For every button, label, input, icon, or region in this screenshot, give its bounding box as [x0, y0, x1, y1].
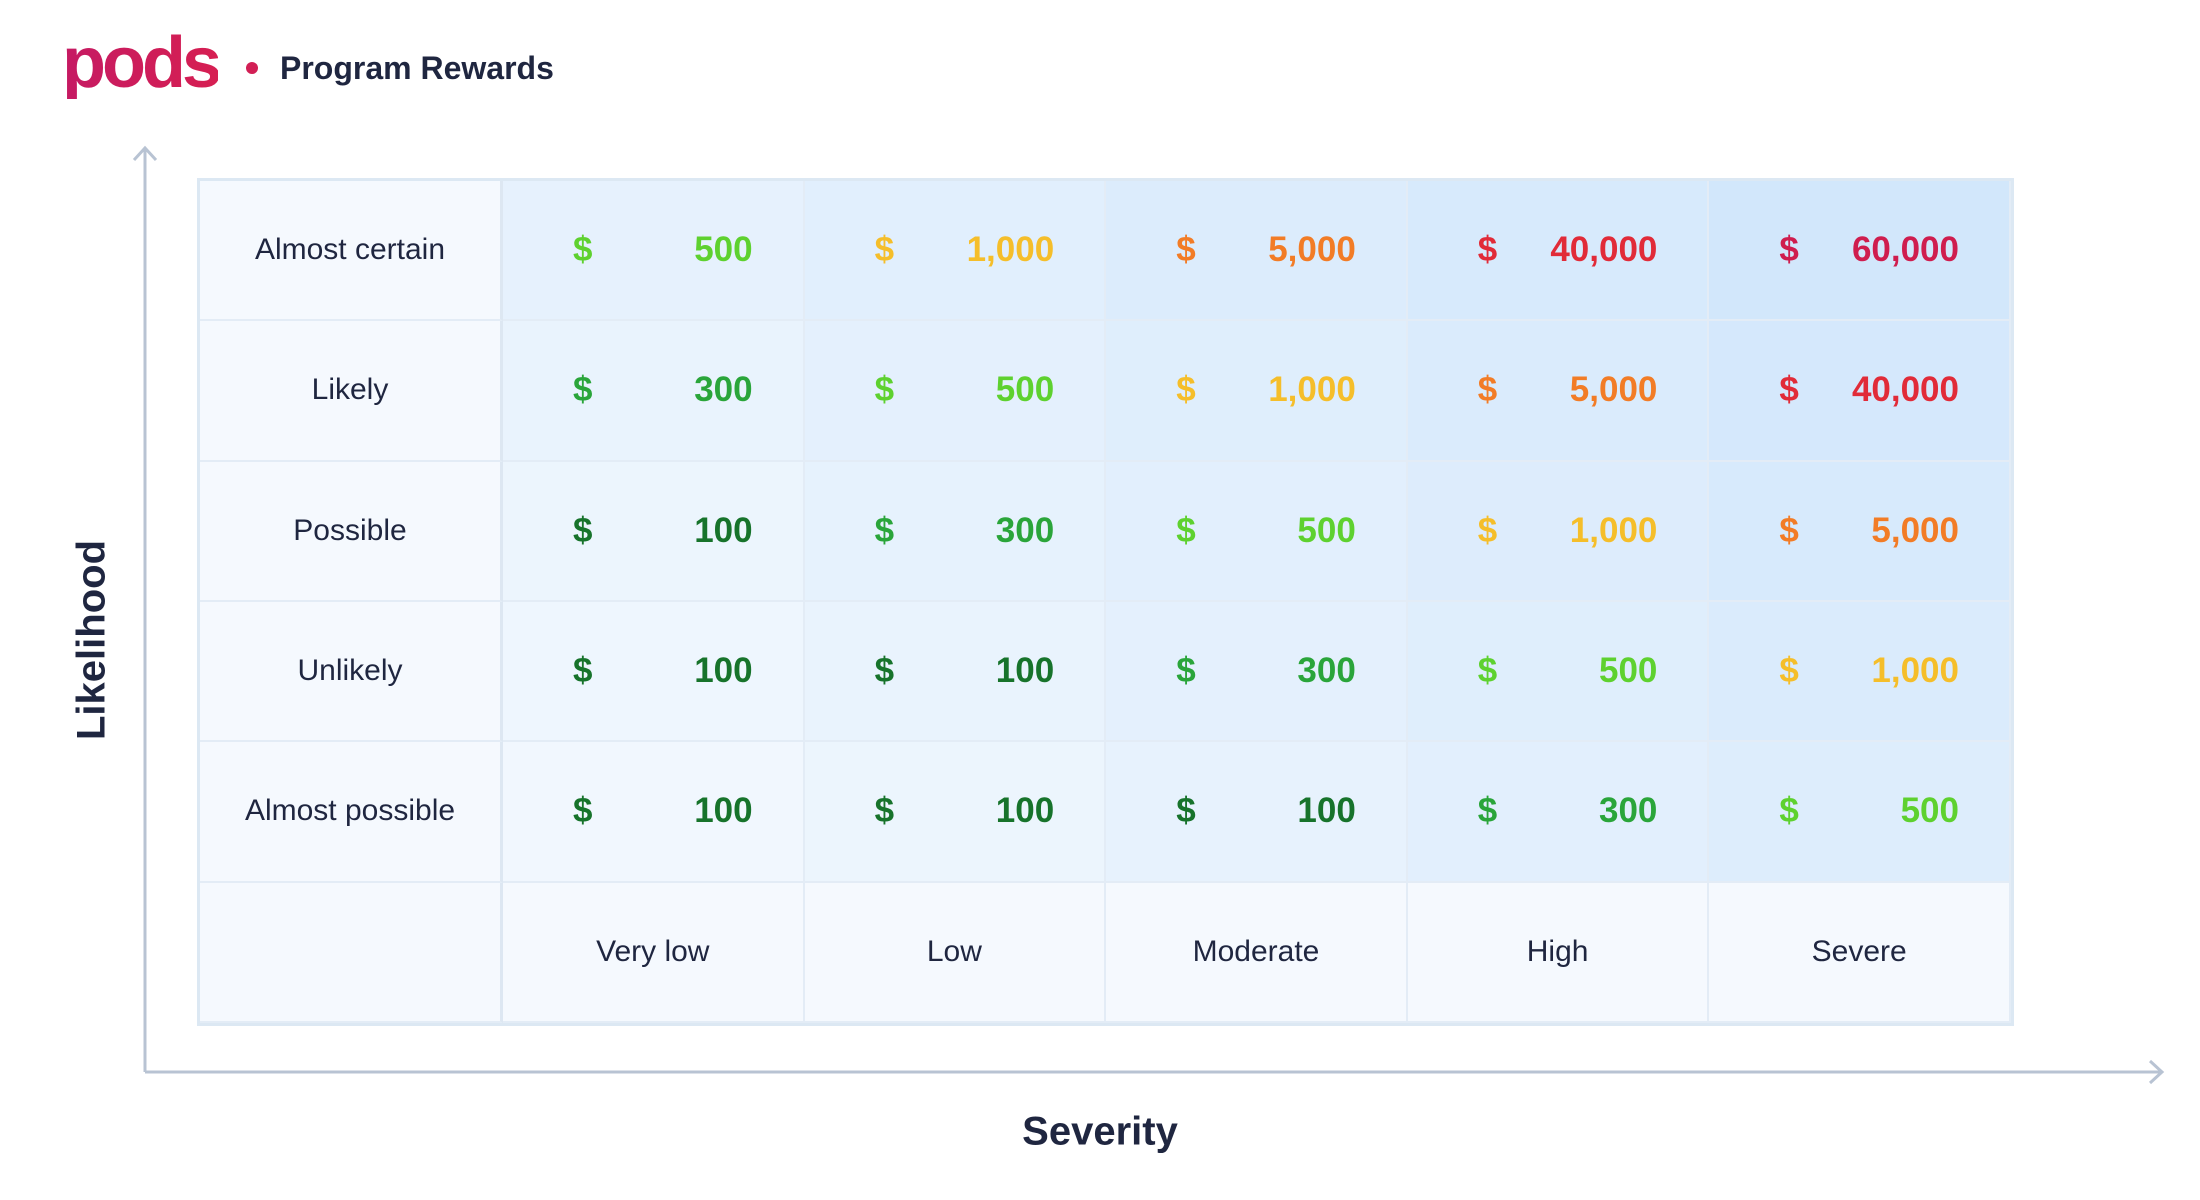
currency-symbol: $ — [1779, 651, 1799, 691]
currency-symbol: $ — [874, 510, 895, 550]
reward-amount: 500 — [1598, 651, 1658, 691]
reward-cell: $1,000 — [1106, 321, 1408, 462]
reward-cell: $500 — [503, 181, 805, 322]
reward-amount: 500 — [995, 370, 1055, 410]
reward-cell: $1,000 — [1709, 601, 2011, 743]
currency-symbol: $ — [573, 370, 593, 410]
reward-cell: $5,000 — [1106, 181, 1408, 322]
reward-amount: 100 — [995, 651, 1055, 691]
currency-symbol: $ — [1477, 510, 1498, 550]
y-axis-label: Likelihood — [69, 540, 114, 740]
currency-symbol: $ — [573, 651, 593, 691]
currency-symbol: $ — [573, 510, 593, 550]
reward-amount: 5,000 — [1268, 230, 1356, 270]
reward-amount: 5,000 — [1871, 510, 1959, 550]
currency-symbol: $ — [874, 651, 895, 691]
currency-symbol: $ — [1779, 370, 1799, 410]
reward-amount: 100 — [694, 791, 753, 831]
reward-amount: 300 — [1598, 791, 1658, 831]
reward-cell: $100 — [503, 742, 805, 883]
reward-amount: 60,000 — [1851, 230, 1959, 270]
reward-cell: $300 — [1106, 601, 1408, 743]
currency-symbol: $ — [874, 791, 895, 831]
currency-symbol: $ — [1176, 370, 1196, 410]
column-label: Severe — [1709, 882, 2011, 1023]
column-label: Very low — [503, 882, 805, 1023]
reward-amount: 40,000 — [1851, 370, 1959, 410]
currency-symbol: $ — [1176, 230, 1196, 270]
reward-cell: $300 — [1407, 742, 1710, 883]
currency-symbol: $ — [1477, 230, 1498, 270]
reward-cell: $500 — [1709, 742, 2011, 883]
reward-amount: 100 — [1297, 791, 1356, 831]
column-label: Low — [804, 882, 1107, 1023]
reward-amount: 300 — [1297, 651, 1356, 691]
reward-cell: $40,000 — [1407, 181, 1710, 322]
corner-cell — [200, 882, 503, 1023]
reward-amount: 1,000 — [1268, 370, 1356, 410]
reward-cell: $5,000 — [1407, 321, 1710, 462]
reward-cell: $1,000 — [804, 181, 1107, 322]
row-label: Possible — [200, 461, 503, 602]
column-label: High — [1407, 882, 1710, 1023]
row-label: Likely — [200, 321, 503, 462]
reward-amount: 100 — [694, 510, 753, 550]
currency-symbol: $ — [1477, 370, 1498, 410]
reward-cell: $60,000 — [1709, 181, 2011, 322]
reward-cell: $300 — [804, 461, 1107, 602]
currency-symbol: $ — [1176, 651, 1196, 691]
column-label: Moderate — [1106, 882, 1408, 1023]
row-label: Almost certain — [200, 181, 503, 322]
reward-cell: $100 — [1106, 742, 1408, 883]
reward-amount: 300 — [694, 370, 753, 410]
reward-cell: $1,000 — [1407, 461, 1710, 602]
row-label: Unlikely — [200, 601, 503, 743]
currency-symbol: $ — [1779, 510, 1799, 550]
reward-cell: $500 — [1106, 461, 1408, 602]
reward-amount: 40,000 — [1550, 230, 1658, 270]
currency-symbol: $ — [1176, 791, 1196, 831]
currency-symbol: $ — [1477, 791, 1498, 831]
currency-symbol: $ — [1176, 510, 1196, 550]
currency-symbol: $ — [1779, 791, 1799, 831]
reward-cell: $40,000 — [1709, 321, 2011, 462]
reward-amount: 500 — [694, 230, 753, 270]
currency-symbol: $ — [1779, 230, 1799, 270]
reward-cell: $5,000 — [1709, 461, 2011, 602]
rewards-matrix: Almost certain $500 $1,000 $5,000 $40,000 $60… — [197, 178, 2014, 1026]
currency-symbol: $ — [573, 230, 593, 270]
reward-amount: 500 — [1900, 791, 1959, 831]
reward-amount: 1,000 — [1569, 510, 1658, 550]
row-label: Almost possible — [200, 742, 503, 883]
currency-symbol: $ — [874, 230, 895, 270]
reward-amount: 100 — [694, 651, 753, 691]
reward-cell: $100 — [503, 601, 805, 743]
reward-amount: 100 — [995, 791, 1055, 831]
reward-cell: $100 — [804, 601, 1107, 743]
reward-cell: $500 — [804, 321, 1107, 462]
reward-cell: $100 — [503, 461, 805, 602]
currency-symbol: $ — [1477, 651, 1498, 691]
reward-amount: 1,000 — [1871, 651, 1959, 691]
reward-amount: 1,000 — [966, 230, 1055, 270]
currency-symbol: $ — [874, 370, 895, 410]
reward-amount: 300 — [995, 510, 1055, 550]
reward-cell: $500 — [1407, 601, 1710, 743]
reward-cell: $300 — [503, 321, 805, 462]
currency-symbol: $ — [573, 791, 593, 831]
reward-amount: 500 — [1297, 510, 1356, 550]
reward-amount: 5,000 — [1569, 370, 1658, 410]
reward-cell: $100 — [804, 742, 1107, 883]
x-axis-label: Severity — [1022, 1109, 1178, 1154]
